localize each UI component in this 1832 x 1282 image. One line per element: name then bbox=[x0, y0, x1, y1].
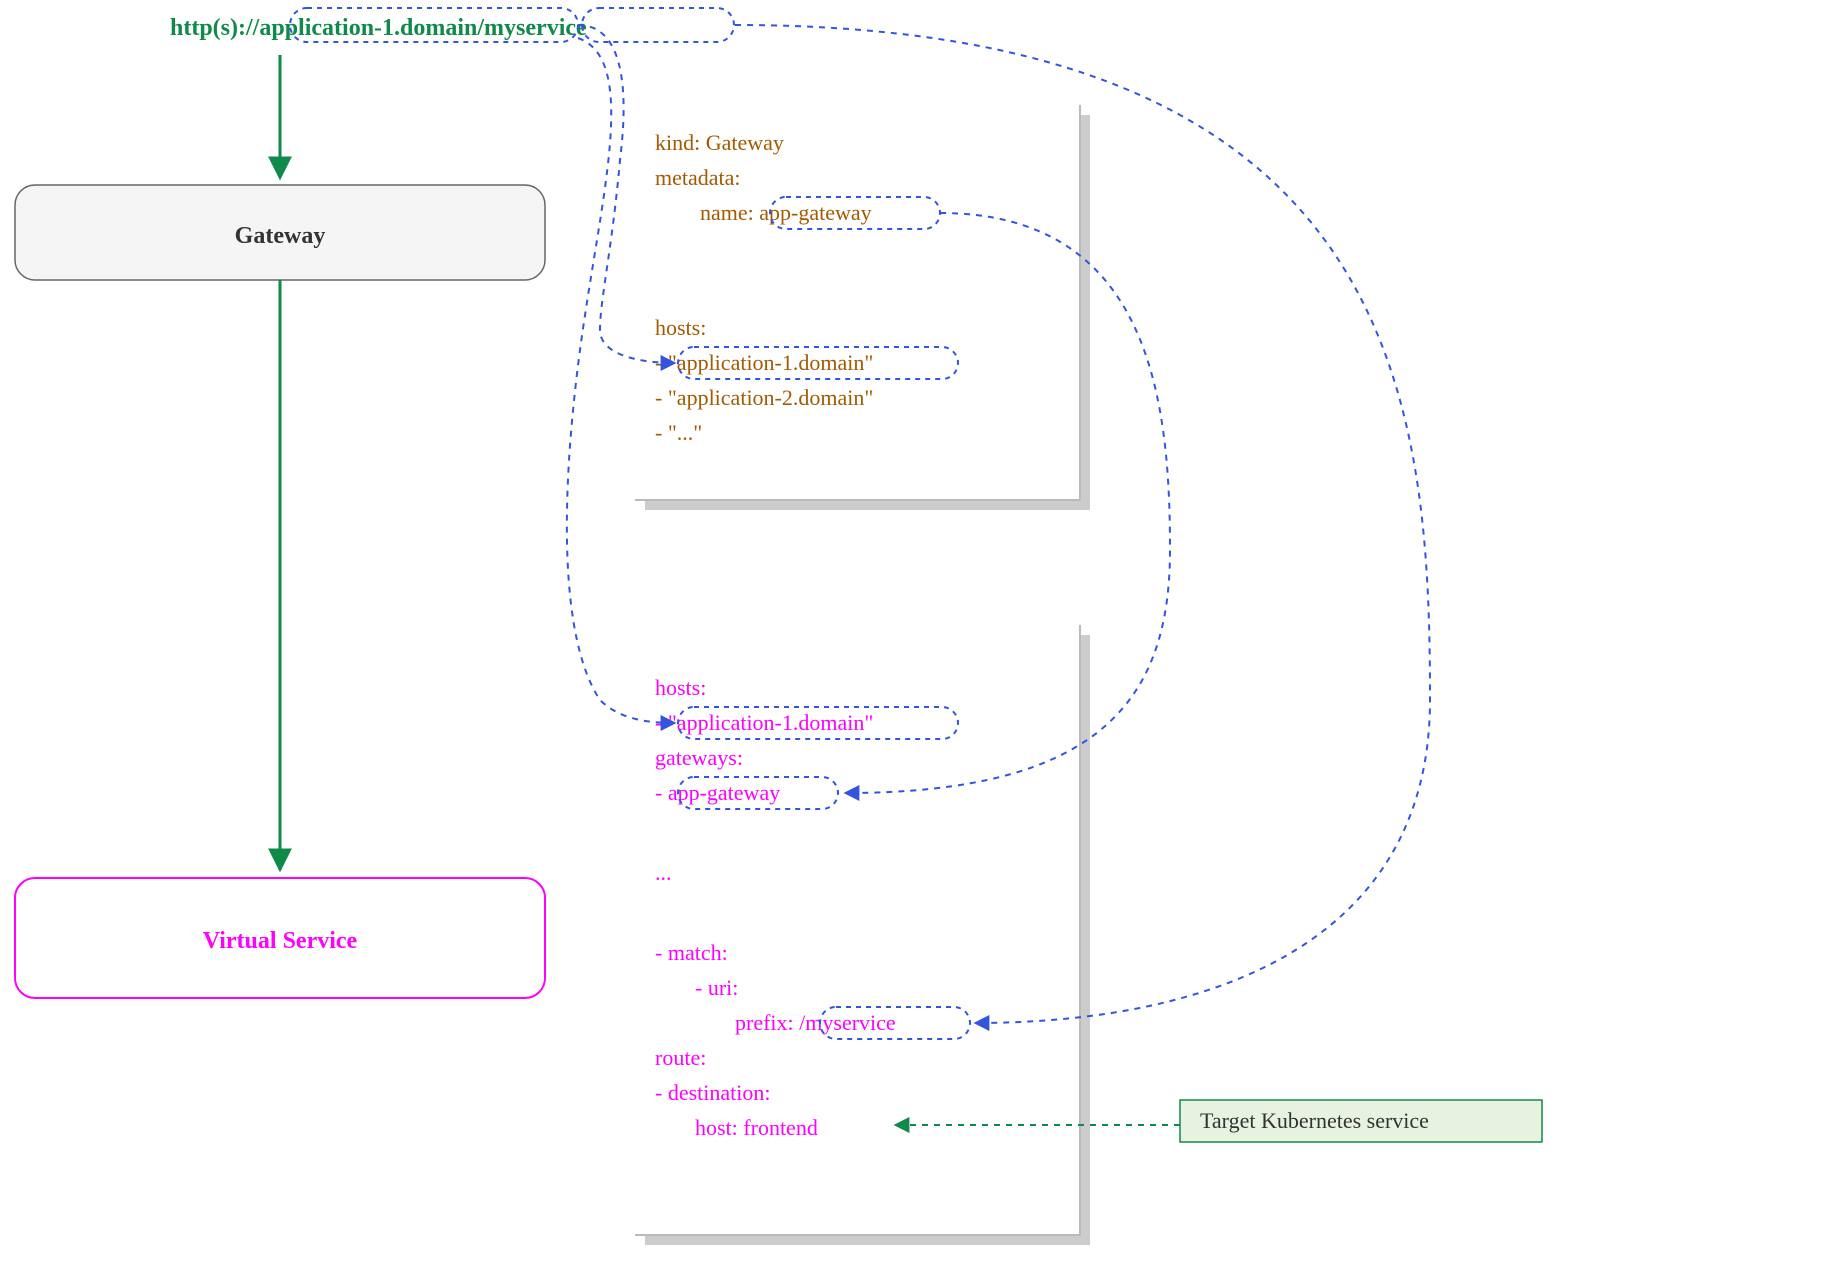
gw-hosts-label: hosts: bbox=[655, 315, 706, 340]
vs-match: - match: bbox=[655, 940, 728, 965]
gw-host3: - "..." bbox=[655, 420, 702, 445]
vs-gateways-label: gateways: bbox=[655, 745, 743, 770]
virtual-service-yaml-panel: hosts: - "application-1.domain" gateways… bbox=[635, 625, 1090, 1245]
vs-uri: - uri: bbox=[695, 975, 738, 1000]
gateway-yaml-panel: kind: Gateway metadata: name: app-gatewa… bbox=[635, 105, 1090, 510]
gw-metadata: metadata: bbox=[655, 165, 741, 190]
gw-host2: - "application-2.domain" bbox=[655, 385, 873, 410]
vs-host1: - "application-1.domain" bbox=[655, 710, 873, 735]
gw-host1: - "application-1.domain" bbox=[655, 350, 873, 375]
vs-hosts-label: hosts: bbox=[655, 675, 706, 700]
virtual-service-node-label: Virtual Service bbox=[203, 928, 358, 954]
vs-dots: ... bbox=[655, 860, 672, 885]
vs-prefix-line: prefix: /myservice bbox=[735, 1010, 896, 1035]
url-path-highlight bbox=[582, 8, 734, 42]
legend-target-service: Target Kubernetes service bbox=[1180, 1100, 1542, 1142]
vs-route: route: bbox=[655, 1045, 706, 1070]
request-url: http(s)://application-1.domain/myservice bbox=[170, 8, 734, 42]
vs-dest-host: host: frontend bbox=[695, 1115, 818, 1140]
vs-destination: - destination: bbox=[655, 1080, 770, 1105]
diagram-canvas: http(s)://application-1.domain/myservice… bbox=[0, 0, 1832, 1282]
svg-text:Target Kubernetes service: Target Kubernetes service bbox=[1200, 1108, 1429, 1133]
gw-name-line: name: app-gateway bbox=[700, 200, 872, 225]
vs-gw-ref: - app-gateway bbox=[655, 780, 780, 805]
gw-kind: kind: Gateway bbox=[655, 130, 784, 155]
gateway-node-label: Gateway bbox=[235, 223, 326, 249]
svg-text:http(s)://application-1.domain: http(s)://application-1.domain/myservice bbox=[170, 15, 587, 41]
